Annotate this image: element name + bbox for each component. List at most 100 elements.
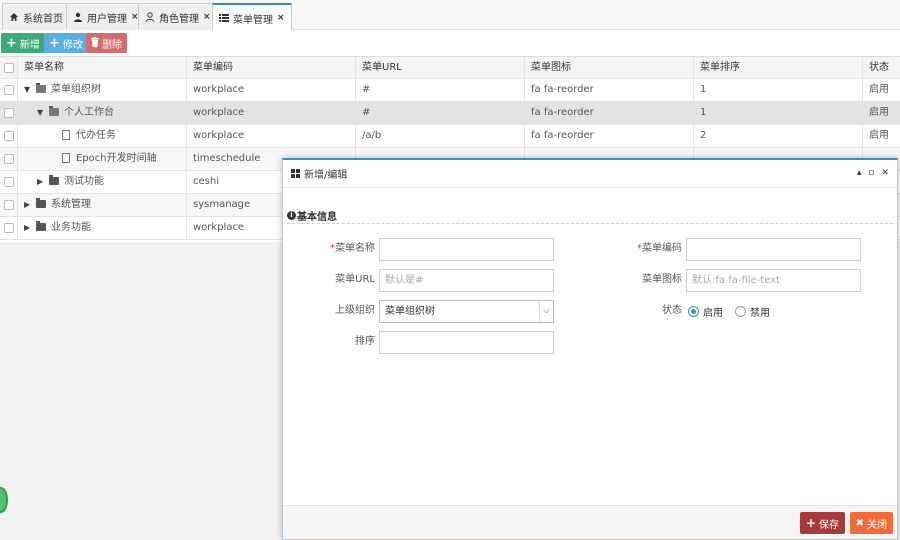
icon-cell: fa fa-reorder	[524, 125, 693, 147]
row-checkbox[interactable]	[4, 154, 14, 164]
tab-bar: 系统首页 用户管理 × 角色管理 × 菜单管理 ×	[0, 0, 900, 31]
order-input[interactable]	[379, 331, 554, 354]
user-outline-icon	[145, 12, 155, 22]
radio-enabled[interactable]	[688, 305, 699, 317]
divider	[287, 223, 893, 224]
edit-button[interactable]: + 修改	[44, 33, 88, 53]
row-checkbox[interactable]	[4, 223, 14, 233]
select-all-checkbox[interactable]	[4, 63, 14, 73]
delete-button[interactable]: 删除	[86, 33, 127, 53]
plus-icon: +	[6, 35, 17, 51]
table-row[interactable]: ▼ 个人工作台 workplace # fa fa-reorder 1 启用	[0, 102, 900, 125]
menu-icon-input[interactable]	[686, 269, 861, 292]
menu-name: 业务功能	[51, 222, 91, 233]
tab-home[interactable]: 系统首页	[2, 3, 70, 30]
code-cell: workplace	[186, 79, 355, 101]
caret-down-icon[interactable]: ▼	[37, 102, 46, 124]
status-label: 状态	[662, 305, 682, 316]
dialog-footer: + 保存 ✖ 关闭	[283, 505, 897, 539]
dialog-title: 新增/编辑	[304, 170, 348, 181]
field-label: 菜单编码	[642, 243, 682, 254]
dialog-header: 新增/编辑 ▴ ▫ ✕	[283, 160, 897, 188]
selected-value: 菜单组织树	[385, 306, 435, 317]
row-checkbox[interactable]	[4, 85, 14, 95]
column-header[interactable]: 菜单编码	[186, 57, 355, 79]
folder-icon	[36, 221, 46, 231]
floating-button[interactable]	[0, 487, 8, 513]
tab-role-management[interactable]: 角色管理 ×	[138, 3, 218, 30]
close-icon[interactable]: ×	[203, 12, 211, 22]
delete-button-label: 删除	[102, 39, 122, 51]
edit-dialog: 新增/编辑 ▴ ▫ ✕ i 基本信息 *菜单名称 *菜单编码 菜单URL 菜单图…	[282, 158, 898, 540]
minimize-icon[interactable]: ▴	[857, 168, 862, 178]
name-cell: 代办任务	[17, 125, 186, 147]
list-icon	[219, 13, 229, 23]
tab-label: 菜单管理	[233, 14, 273, 26]
column-header[interactable]: 菜单排序	[693, 57, 862, 79]
table-row[interactable]: ▼ 菜单组织树 workplace # fa fa-reorder 1 启用	[0, 79, 900, 102]
close-button[interactable]: ✖ 关闭	[849, 512, 893, 534]
section-title: i 基本信息	[287, 208, 337, 223]
order-label: 排序	[355, 336, 375, 347]
windows-icon	[291, 169, 300, 178]
menu-code-label: *菜单编码	[592, 238, 682, 260]
order-cell: 2	[693, 125, 862, 147]
maximize-icon[interactable]: ▫	[868, 168, 874, 178]
folder-icon	[49, 175, 59, 185]
close-icon[interactable]: ✕	[881, 168, 889, 178]
close-icon[interactable]: ×	[277, 13, 285, 23]
caret-down-icon[interactable]: ▼	[24, 79, 33, 101]
folder-open-icon	[49, 106, 59, 116]
order-cell: 1	[693, 79, 862, 101]
parent-org-select[interactable]: 菜单组织树 ⌵	[379, 300, 554, 323]
tab-user-management[interactable]: 用户管理 ×	[66, 3, 146, 30]
caret-right-icon[interactable]: ▶	[24, 194, 33, 216]
radio-disabled[interactable]	[735, 305, 746, 317]
save-button[interactable]: + 保存	[799, 512, 845, 534]
row-checkbox[interactable]	[4, 131, 14, 141]
radio-label: 禁用	[750, 307, 770, 319]
tab-label: 角色管理	[159, 13, 199, 25]
icon-cell: fa fa-reorder	[524, 79, 693, 101]
plus-icon: +	[805, 516, 816, 530]
tab-label: 用户管理	[87, 13, 127, 25]
menu-name: 系统管理	[51, 199, 91, 210]
row-checkbox[interactable]	[4, 108, 14, 118]
menu-code-input[interactable]	[686, 238, 861, 261]
status-cell: 启用	[862, 125, 900, 147]
close-icon: ✖	[855, 517, 864, 529]
edit-button-label: 修改	[62, 39, 83, 51]
column-header[interactable]: 状态	[862, 57, 900, 79]
menu-name-input[interactable]	[379, 238, 554, 261]
parent-org-label: 上级组织	[335, 305, 375, 316]
section-label: 基本信息	[297, 212, 337, 223]
file-icon	[62, 153, 70, 163]
folder-open-icon	[36, 83, 46, 93]
name-cell: ▼ 个人工作台	[17, 102, 186, 124]
column-header[interactable]: 菜单名称	[17, 57, 186, 79]
name-cell: ▶ 系统管理	[17, 194, 186, 216]
tab-menu-management[interactable]: 菜单管理 ×	[212, 3, 292, 31]
menu-icon-label: 菜单图标	[642, 274, 682, 285]
plus-icon: +	[49, 35, 60, 51]
caret-right-icon[interactable]: ▶	[37, 171, 46, 193]
user-icon	[73, 12, 83, 22]
order-cell: 1	[693, 102, 862, 124]
menu-name-label: *菜单名称	[285, 238, 375, 260]
column-header[interactable]: 菜单URL	[355, 57, 524, 79]
status-cell: 启用	[862, 102, 900, 124]
add-button[interactable]: + 新增	[1, 33, 45, 53]
menu-url-input[interactable]	[379, 269, 554, 292]
column-header[interactable]: 菜单图标	[524, 57, 693, 79]
field-label: 菜单名称	[335, 243, 375, 254]
close-button-label: 关闭	[867, 519, 887, 531]
row-checkbox[interactable]	[4, 200, 14, 210]
caret-right-icon[interactable]: ▶	[24, 217, 33, 239]
menu-name: 个人工作台	[64, 107, 114, 118]
row-checkbox[interactable]	[4, 177, 14, 187]
name-cell: ▼ 菜单组织树	[17, 79, 186, 101]
url-cell: #	[355, 102, 524, 124]
status-cell: 启用	[862, 79, 900, 101]
status-radio-group: 启用 禁用	[688, 300, 770, 322]
table-row[interactable]: 代办任务 workplace/a/b fa fa-reorder 2 启用	[0, 125, 900, 148]
